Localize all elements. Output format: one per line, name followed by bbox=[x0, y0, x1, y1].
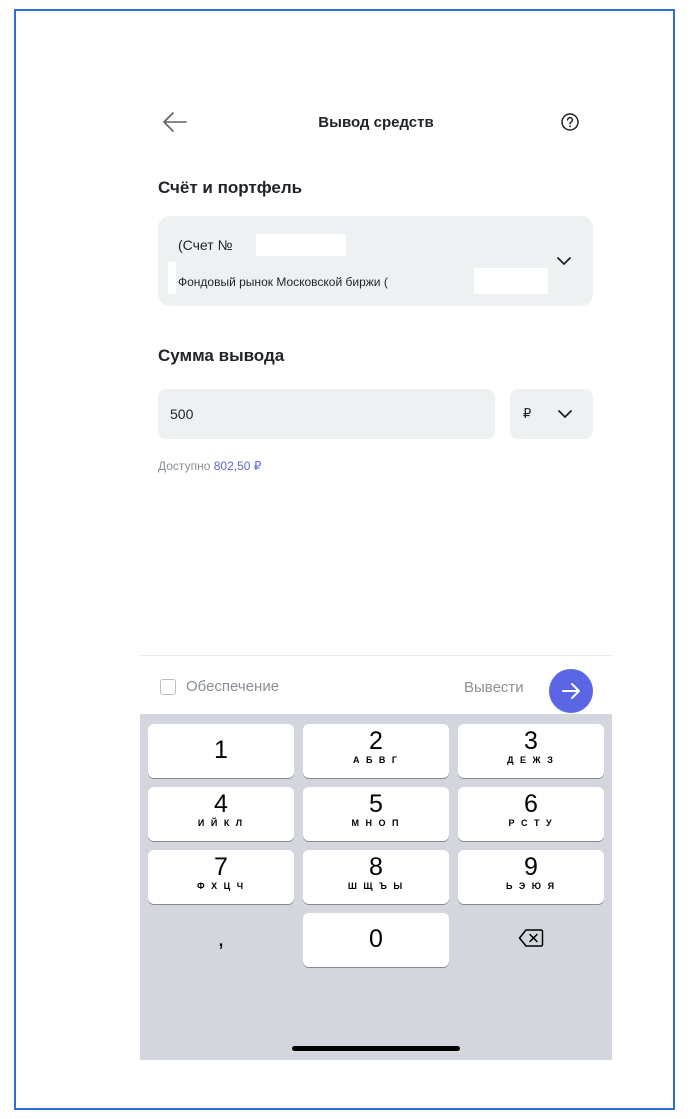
key-6[interactable]: 6 Р С Т У bbox=[458, 787, 604, 841]
key-comma[interactable]: , bbox=[148, 913, 294, 967]
key-letters: Д Е Ж З bbox=[507, 755, 555, 765]
withdraw-screen: Вывод средств Счёт и портфель (Счет № Фо… bbox=[140, 90, 612, 1060]
key-digit: 2 bbox=[369, 727, 383, 755]
arrow-right-icon bbox=[562, 683, 580, 699]
withdraw-label[interactable]: Вывести bbox=[464, 679, 524, 696]
key-digit: 9 bbox=[524, 853, 538, 881]
key-digit: 4 bbox=[214, 790, 228, 818]
key-letters: А Б В Г bbox=[352, 755, 400, 765]
key-5[interactable]: 5 М Н О П bbox=[303, 787, 449, 841]
redacted-mark bbox=[168, 262, 176, 294]
key-4[interactable]: 4 И Й К Л bbox=[148, 787, 294, 841]
key-7[interactable]: 7 Ф Х Ц Ч bbox=[148, 850, 294, 904]
page-title: Вывод средств bbox=[318, 114, 434, 131]
chevron-down-icon bbox=[558, 410, 572, 418]
key-digit: 3 bbox=[524, 727, 538, 755]
key-digit: 0 bbox=[369, 925, 383, 953]
key-letters: Ф Х Ц Ч bbox=[196, 881, 246, 891]
key-digit: 6 bbox=[524, 790, 538, 818]
key-0[interactable]: 0 bbox=[303, 913, 449, 967]
key-glyph: , bbox=[217, 925, 225, 952]
amount-input[interactable] bbox=[158, 389, 495, 439]
available-label: Доступно bbox=[158, 459, 211, 473]
redacted-portfolio-name bbox=[474, 268, 548, 294]
numeric-keyboard: 1 2 А Б В Г 3 Д Е Ж З 4 И Й К Л 5 М Н О … bbox=[140, 714, 612, 1060]
home-indicator bbox=[292, 1046, 460, 1051]
redacted-account-number bbox=[256, 234, 346, 256]
question-circle-icon[interactable] bbox=[560, 112, 580, 132]
backspace-icon bbox=[518, 929, 544, 947]
account-number-label: (Счет № bbox=[178, 237, 233, 253]
key-digit: 8 bbox=[369, 853, 383, 881]
account-section-title: Счёт и портфель bbox=[158, 178, 303, 197]
key-3[interactable]: 3 Д Е Ж З bbox=[458, 724, 604, 778]
currency-select[interactable]: ₽ bbox=[510, 389, 593, 439]
key-backspace[interactable] bbox=[458, 913, 604, 967]
available-balance: Доступно 802,50 ₽ bbox=[158, 459, 261, 473]
key-letters: М Н О П bbox=[351, 818, 401, 828]
key-2[interactable]: 2 А Б В Г bbox=[303, 724, 449, 778]
collateral-checkbox-label: Обеспечение bbox=[186, 678, 280, 695]
chevron-down-icon bbox=[557, 257, 571, 265]
account-select[interactable]: (Счет № Фондовый рынок Московской биржи … bbox=[158, 216, 593, 306]
key-digit: 7 bbox=[214, 853, 228, 881]
key-digit: 1 bbox=[214, 736, 228, 764]
key-letters: И Й К Л bbox=[197, 818, 245, 828]
key-digit: 5 bbox=[369, 790, 383, 818]
key-1[interactable]: 1 bbox=[148, 724, 294, 778]
key-letters: Ш Щ Ъ Ы bbox=[347, 881, 405, 891]
account-market: Фондовый рынок Московской биржи ( bbox=[178, 275, 388, 289]
key-9[interactable]: 9 Ь Э Ю Я bbox=[458, 850, 604, 904]
key-8[interactable]: 8 Ш Щ Ъ Ы bbox=[303, 850, 449, 904]
divider bbox=[140, 655, 612, 656]
key-letters: Ь Э Ю Я bbox=[505, 881, 557, 891]
currency-symbol: ₽ bbox=[523, 406, 532, 421]
amount-section-title: Сумма вывода bbox=[158, 346, 285, 365]
key-letters: Р С Т У bbox=[508, 818, 554, 828]
withdraw-button[interactable] bbox=[549, 669, 593, 713]
available-value: 802,50 ₽ bbox=[213, 459, 262, 473]
collateral-checkbox[interactable] bbox=[160, 678, 176, 695]
collateral-checkbox-row[interactable]: Обеспечение bbox=[160, 678, 279, 695]
